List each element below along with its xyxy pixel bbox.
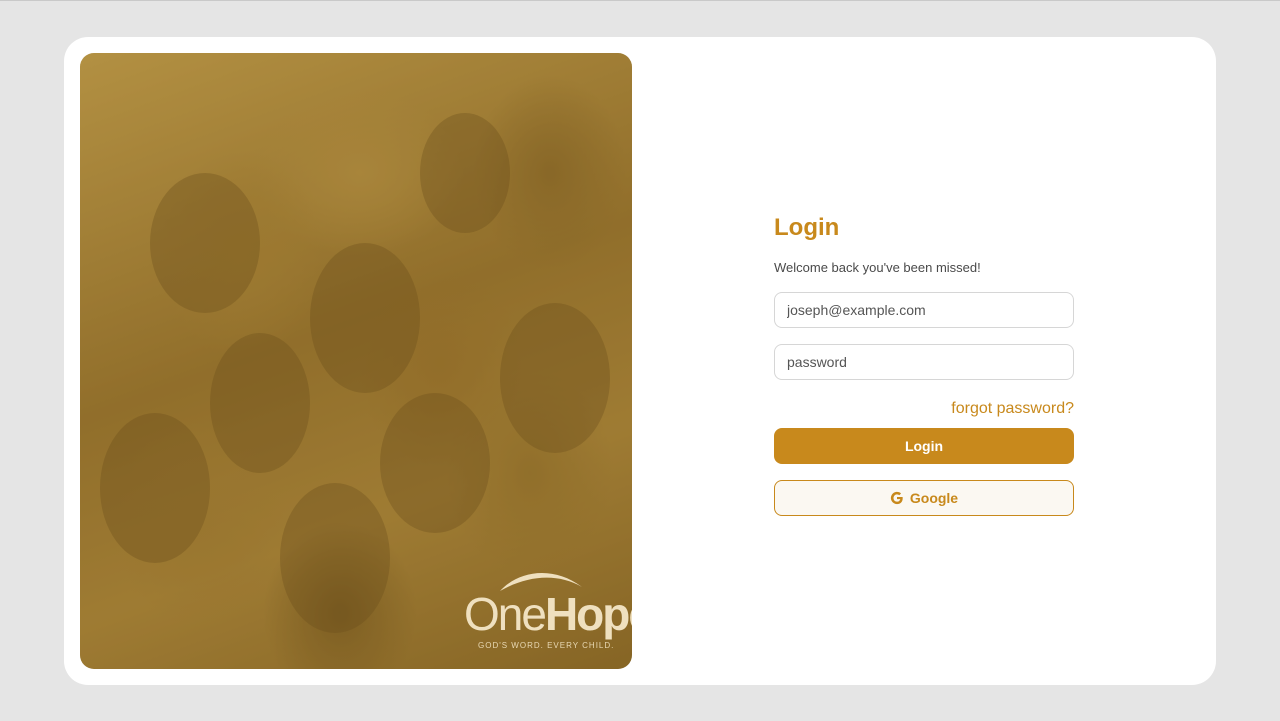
password-input[interactable] — [774, 344, 1074, 380]
email-input[interactable] — [774, 292, 1074, 328]
window-top-border — [0, 0, 1280, 1]
hero-photo: OneHope GOD'S WORD. EVERY CHILD. — [80, 53, 632, 669]
login-card: OneHope GOD'S WORD. EVERY CHILD. Login W… — [64, 37, 1216, 685]
onehope-logo: OneHope GOD'S WORD. EVERY CHILD. — [464, 563, 632, 653]
logo-tagline: GOD'S WORD. EVERY CHILD. — [478, 641, 615, 650]
forgot-password-link[interactable]: forgot password? — [774, 400, 1074, 418]
google-button-label: Google — [909, 490, 959, 506]
google-login-button[interactable]: Google — [774, 480, 1074, 516]
google-g-icon — [890, 491, 903, 505]
login-subtitle: Welcome back you've been missed! — [774, 260, 981, 275]
login-title: Login — [774, 214, 840, 241]
logo-wordmark: OneHope — [464, 588, 632, 640]
login-form: Login Welcome back you've been missed! f… — [774, 213, 1074, 516]
login-button[interactable]: Login — [774, 428, 1074, 464]
